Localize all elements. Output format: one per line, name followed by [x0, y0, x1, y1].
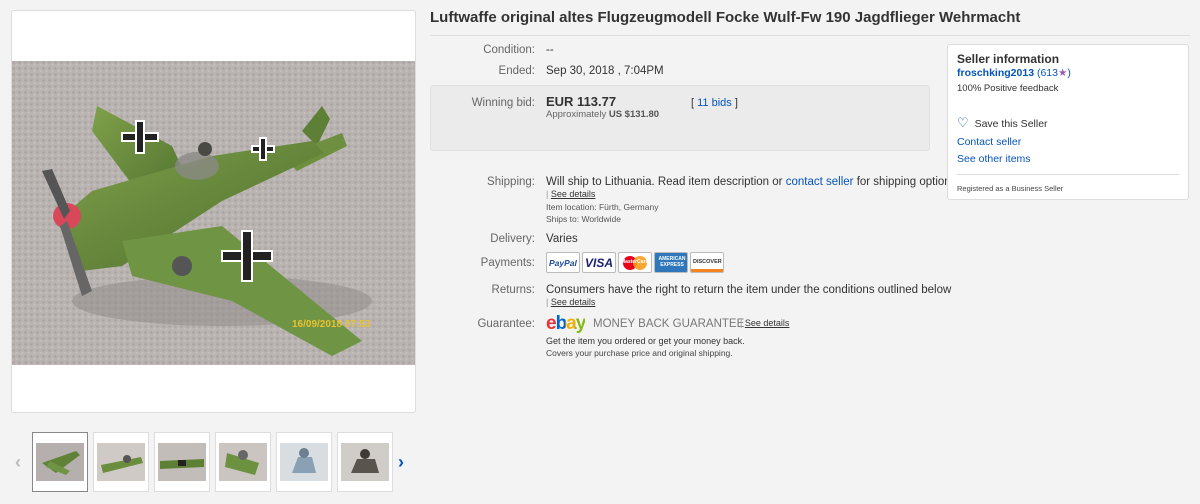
- contact-seller-link[interactable]: contact seller: [786, 176, 854, 188]
- bids-bracket-close: ]: [734, 97, 738, 109]
- mastercard-logo: MasterCard: [618, 252, 652, 273]
- seller-name-row: froschking2013 (613★): [957, 67, 1071, 79]
- ebay-logo: ebay: [546, 313, 586, 335]
- discover-text: DISCOVER: [693, 259, 722, 265]
- amex-logo: AMERICAN EXPRESS: [654, 252, 688, 273]
- item-location-label: Item location:: [546, 202, 597, 212]
- shipping-label: Shipping:: [487, 176, 535, 188]
- main-item-photo[interactable]: 16/09/2018 07:53: [12, 61, 416, 365]
- item-location-value: Fürth, Germany: [598, 202, 659, 212]
- main-image-frame[interactable]: 16/09/2018 07:53: [11, 10, 416, 413]
- title-divider: [430, 35, 1190, 36]
- guarantee-line-1: Get the item you ordered or get your mon…: [546, 336, 745, 346]
- seller-info-box: Seller information froschking2013 (613★)…: [947, 44, 1189, 200]
- discover-logo: DISCOVER: [690, 252, 724, 273]
- guarantee-line-2: Covers your purchase price and original …: [546, 348, 733, 358]
- shipping-see-details-link[interactable]: See details: [551, 189, 596, 199]
- seller-divider: [957, 174, 1179, 175]
- guarantee-label: Guarantee:: [477, 318, 535, 330]
- seller-heading: Seller information: [957, 52, 1060, 66]
- chevron-right-icon[interactable]: ›: [398, 452, 404, 473]
- seller-name-link[interactable]: froschking2013: [957, 67, 1034, 79]
- see-other-items-link[interactable]: See other items: [957, 153, 1031, 165]
- chevron-left-icon[interactable]: ‹: [15, 452, 21, 473]
- condition-label: Condition:: [483, 44, 535, 56]
- money-back-headline: MONEY BACK GUARANTEE: [593, 318, 745, 330]
- save-seller-link[interactable]: Save this Seller: [975, 118, 1048, 130]
- ships-to-value: Worldwide: [581, 214, 621, 224]
- ended-value: Sep 30, 2018 , 7:04PM: [546, 65, 664, 77]
- mastercard-text: MasterCard: [621, 259, 649, 265]
- approx-prefix: Approximately: [546, 109, 607, 120]
- ships-to: Ships to: Worldwide: [546, 214, 621, 224]
- returns-see-details: | See details: [546, 297, 596, 307]
- winning-bid-price: EUR 113.77: [546, 94, 617, 109]
- business-seller-note: Registered as a Business Seller: [957, 184, 1064, 193]
- delivery-value: Varies: [546, 233, 578, 245]
- delivery-label: Delivery:: [490, 233, 535, 245]
- paypal-text: PayPal: [549, 258, 577, 268]
- ships-to-label: Ships to:: [546, 214, 580, 224]
- positive-feedback: 100% Positive feedback: [957, 83, 1059, 94]
- shipping-text-before: Will ship to Lithuania. Read item descri…: [546, 176, 783, 188]
- condition-value: --: [546, 44, 554, 56]
- thumbnail-6[interactable]: [337, 432, 393, 492]
- shipping-see-details: | See details: [546, 189, 596, 199]
- bids-count: [ 11 bids ]: [691, 97, 738, 109]
- guarantee-see-details: | See details: [740, 318, 790, 328]
- thumbnail-strip: ‹ ›: [11, 432, 416, 494]
- returns-label: Returns:: [491, 284, 535, 296]
- save-seller-row[interactable]: ♡ Save this Seller: [957, 115, 1048, 131]
- winning-bid-label: Winning bid:: [471, 97, 535, 109]
- thumbnail-5[interactable]: [276, 432, 332, 492]
- shipping-text-after: for shipping options.: [856, 176, 960, 188]
- guarantee-see-details-link[interactable]: See details: [745, 318, 790, 328]
- amex-text: AMERICAN EXPRESS: [658, 256, 686, 268]
- payments-label: Payments:: [480, 257, 535, 269]
- thumbnail-3[interactable]: [154, 432, 210, 492]
- returns-text: Consumers have the right to return the i…: [546, 284, 952, 296]
- visa-text: VISA: [585, 256, 614, 270]
- bids-link[interactable]: 11 bids: [697, 97, 732, 109]
- item-title: Luftwaffe original altes Flugzeugmodell …: [430, 9, 1021, 26]
- winning-bid-box: [430, 85, 930, 151]
- bids-bracket-open: [: [691, 97, 695, 109]
- returns-see-details-link[interactable]: See details: [551, 297, 596, 307]
- heart-icon[interactable]: ♡: [957, 115, 969, 130]
- ebay-logo-text: ebay: [546, 313, 586, 334]
- photo-timestamp: 16/09/2018 07:53: [292, 319, 371, 330]
- contact-seller-sidebar[interactable]: Contact seller: [957, 136, 1021, 148]
- approx-value: US $131.80: [608, 109, 660, 120]
- star-icon: ★: [1057, 67, 1068, 79]
- paypal-logo: PayPal: [546, 252, 580, 273]
- feedback-score-close: ): [1067, 67, 1071, 79]
- item-location: Item location: Fürth, Germany: [546, 202, 658, 212]
- thumbnail-2[interactable]: [93, 432, 149, 492]
- shipping-text: Will ship to Lithuania. Read item descri…: [546, 176, 960, 188]
- thumbnail-1[interactable]: [32, 432, 88, 492]
- feedback-score[interactable]: (613: [1037, 67, 1058, 79]
- visa-logo: VISA: [582, 252, 616, 273]
- ended-label: Ended:: [498, 65, 535, 77]
- approx-price: Approximately US $131.80: [546, 109, 659, 120]
- thumbnail-4[interactable]: [215, 432, 271, 492]
